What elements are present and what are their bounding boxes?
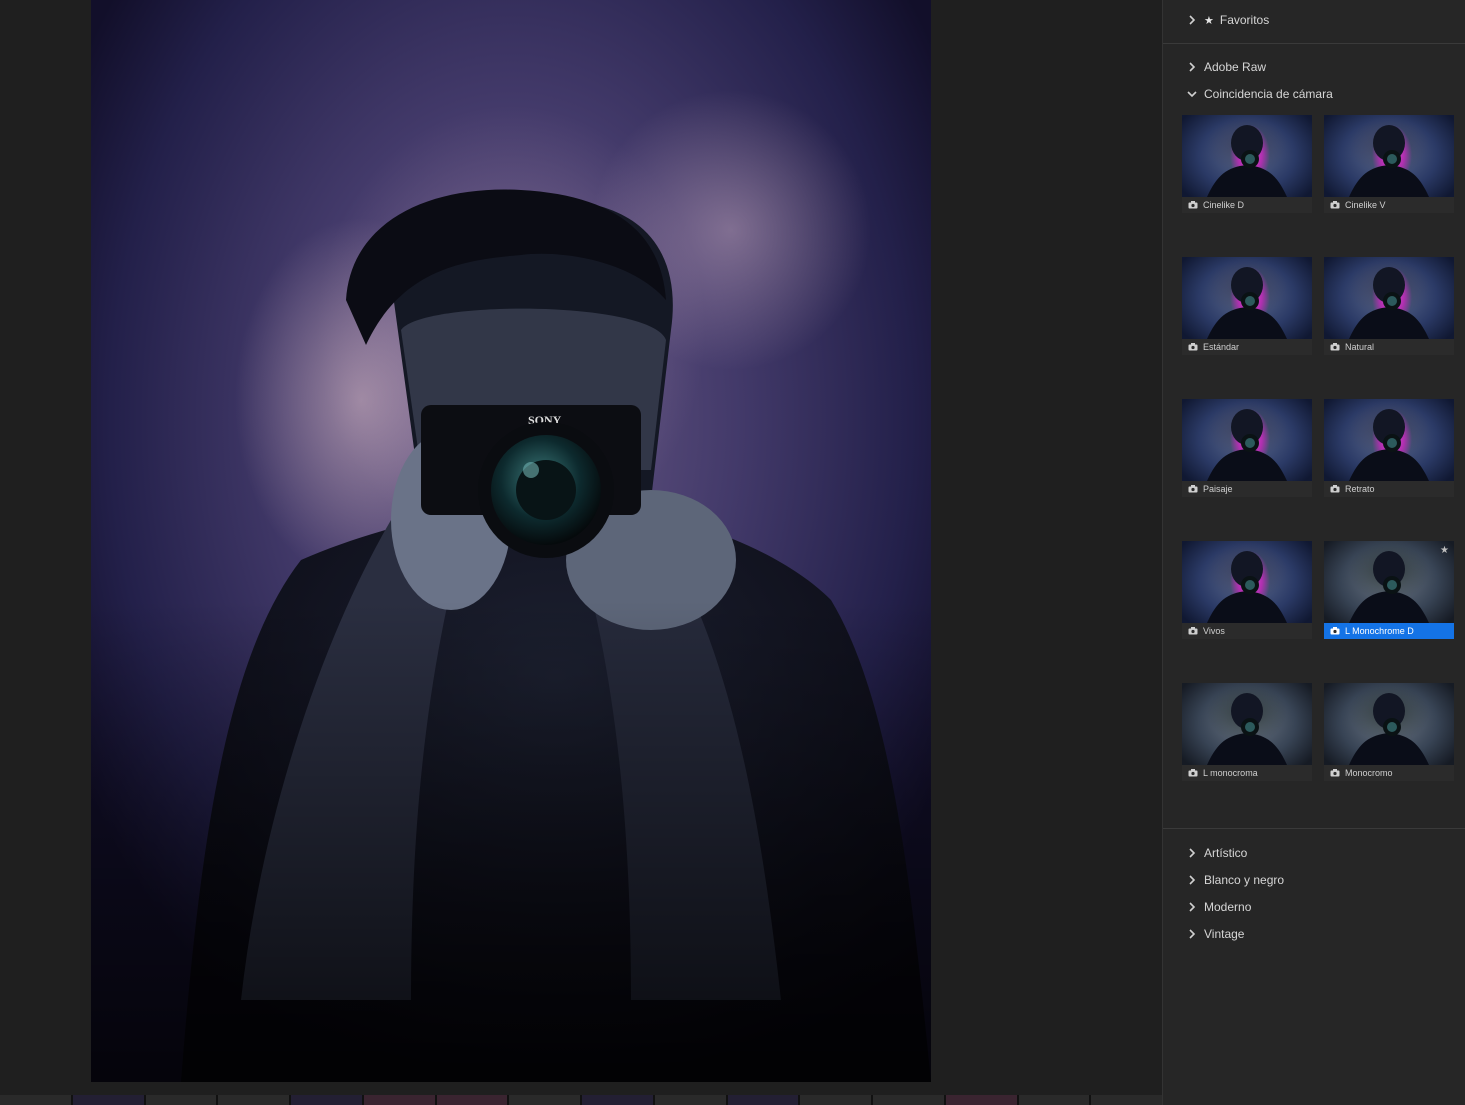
filmstrip-thumb[interactable]: [436, 1095, 508, 1105]
chevron-down-icon: [1185, 87, 1199, 101]
filmstrip-thumb[interactable]: [0, 1095, 71, 1105]
profile-name: Natural: [1345, 342, 1375, 352]
divider: [1163, 43, 1465, 44]
camera-icon: [1188, 769, 1198, 777]
filmstrip-thumb[interactable]: [291, 1095, 362, 1105]
camera-icon: [1188, 627, 1198, 635]
filmstrip[interactable]: [0, 1095, 1162, 1105]
group-label: Artístico: [1204, 846, 1248, 860]
main-photo[interactable]: SONY: [91, 0, 931, 1082]
profile-thumb[interactable]: Cinelike D: [1182, 115, 1312, 213]
profile-thumb[interactable]: Estándar: [1182, 257, 1312, 355]
profile-preview: [1182, 399, 1312, 481]
filmstrip-thumb[interactable]: [654, 1095, 726, 1105]
filmstrip-thumb[interactable]: [800, 1095, 871, 1105]
group-modern[interactable]: Moderno: [1163, 896, 1465, 918]
profile-name: Cinelike V: [1345, 200, 1386, 210]
profile-preview: [1182, 541, 1312, 623]
profile-thumb[interactable]: L monocroma: [1182, 683, 1312, 781]
filmstrip-thumb[interactable]: [145, 1095, 217, 1105]
chevron-right-icon: [1185, 927, 1199, 941]
group-vintage[interactable]: Vintage: [1163, 923, 1465, 945]
group-label: Favoritos: [1219, 13, 1270, 27]
camera-icon: [1188, 485, 1198, 493]
filmstrip-thumb[interactable]: [873, 1095, 944, 1105]
profile-thumb[interactable]: Paisaje: [1182, 399, 1312, 497]
filmstrip-thumb[interactable]: [363, 1095, 435, 1105]
group-artistic[interactable]: Artístico: [1163, 842, 1465, 864]
filmstrip-thumb[interactable]: [509, 1095, 580, 1105]
profile-preview: [1182, 257, 1312, 339]
star-icon: ★: [1204, 14, 1214, 27]
profile-preview: [1324, 541, 1454, 623]
group-label: Coincidencia de cámara: [1204, 87, 1333, 101]
chevron-right-icon: [1185, 873, 1199, 887]
camera-icon: [1330, 201, 1340, 209]
profile-name: Cinelike D: [1203, 200, 1245, 210]
filmstrip-thumb[interactable]: [945, 1095, 1017, 1105]
profile-preview: [1182, 115, 1312, 197]
favorite-star-icon[interactable]: ★: [1440, 545, 1449, 556]
group-label: Moderno: [1204, 900, 1252, 914]
profile-name: L Monochrome D: [1345, 626, 1414, 636]
group-adobe-raw[interactable]: Adobe Raw: [1163, 56, 1465, 78]
group-favorites[interactable]: ★ Favoritos: [1163, 9, 1465, 31]
group-label: Vintage: [1204, 927, 1245, 941]
filmstrip-thumb[interactable]: [1018, 1095, 1090, 1105]
filmstrip-thumb[interactable]: [727, 1095, 799, 1105]
camera-icon: [1330, 485, 1340, 493]
profile-thumb[interactable]: Retrato: [1324, 399, 1454, 497]
divider: [1163, 828, 1465, 829]
profile-name: Retrato: [1345, 484, 1375, 494]
profile-name: Estándar: [1203, 342, 1240, 352]
profile-thumb[interactable]: Monocromo: [1324, 683, 1454, 781]
camera-icon: [1330, 343, 1340, 351]
filmstrip-thumb[interactable]: [582, 1095, 653, 1105]
profile-preview: [1324, 257, 1454, 339]
profile-preview: [1324, 115, 1454, 197]
camera-icon: [1330, 769, 1340, 777]
profile-thumb-selected[interactable]: ★ L Monochrome D: [1324, 541, 1454, 639]
camera-icon: [1330, 627, 1340, 635]
profile-thumb[interactable]: Natural: [1324, 257, 1454, 355]
group-label: Adobe Raw: [1204, 60, 1267, 74]
profile-name: Paisaje: [1203, 484, 1233, 494]
filmstrip-thumb[interactable]: [1091, 1095, 1162, 1105]
profile-preview: [1182, 683, 1312, 765]
chevron-right-icon: [1185, 13, 1199, 27]
profile-name: L monocroma: [1203, 768, 1258, 778]
chevron-right-icon: [1185, 60, 1199, 74]
group-black-white[interactable]: Blanco y negro: [1163, 869, 1465, 891]
profile-thumb[interactable]: Cinelike V: [1324, 115, 1454, 213]
group-label: Blanco y negro: [1204, 873, 1285, 887]
photo-illustration: SONY: [91, 189, 931, 1082]
profile-name: Monocromo: [1345, 768, 1393, 778]
profile-browser-panel: ★ Favoritos Adobe Raw Coincidencia de cá…: [1162, 0, 1465, 1105]
image-canvas: SONY: [0, 0, 1162, 1095]
profile-name: Vivos: [1203, 626, 1225, 636]
group-camera-match[interactable]: Coincidencia de cámara: [1163, 83, 1465, 105]
chevron-right-icon: [1185, 846, 1199, 860]
chevron-right-icon: [1185, 900, 1199, 914]
camera-icon: [1188, 201, 1198, 209]
filmstrip-thumb[interactable]: [72, 1095, 144, 1105]
profile-preview: [1324, 683, 1454, 765]
profile-thumb[interactable]: Vivos: [1182, 541, 1312, 639]
filmstrip-thumb[interactable]: [218, 1095, 289, 1105]
camera-icon: [1188, 343, 1198, 351]
profile-preview: [1324, 399, 1454, 481]
